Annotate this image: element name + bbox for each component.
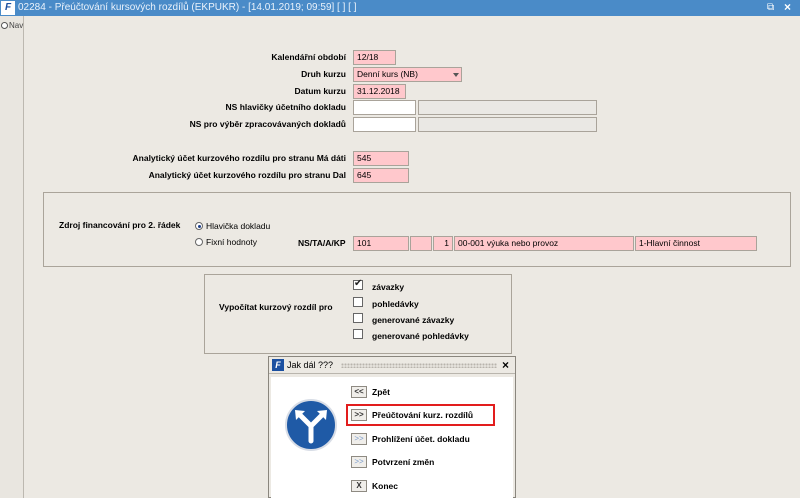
acct-dal-field[interactable]: 645 — [353, 168, 409, 183]
left-panel: Nav — [0, 16, 24, 498]
funding-header-radio[interactable] — [195, 222, 203, 230]
acct-md-field[interactable]: 545 — [353, 151, 409, 166]
ns-header-description — [418, 100, 597, 115]
funding-section: Zdroj financování pro 2. řádek Hlavička … — [43, 192, 791, 267]
dialog-titlebar: F Jak dál ??? × — [269, 357, 515, 374]
dialog-body: << Zpět >> Přeúčtování kurz. rozdílů >> … — [271, 377, 513, 498]
app-logo: F — [1, 1, 15, 15]
turn-left-or-right-sign-icon — [285, 399, 337, 451]
calc-gen-payables-label: generované závazky — [372, 315, 455, 325]
calc-receivables-label: pohledávky — [372, 299, 419, 309]
dialog-close-icon[interactable]: × — [502, 358, 509, 372]
dialog-drag-handle[interactable] — [341, 363, 497, 368]
period-label: Kalendářní období — [271, 52, 346, 62]
funding-fixed-radio[interactable] — [195, 238, 203, 246]
funding-fixed-option: Fixní hodnoty — [206, 237, 258, 247]
funding-header-option: Hlavička dokladu — [206, 221, 271, 231]
view-document-label[interactable]: Prohlížení účet. dokladu — [372, 434, 470, 444]
calc-section: Vypočítat kurzový rozdíl pro závazky poh… — [204, 274, 512, 354]
ns-select-field[interactable] — [353, 117, 416, 132]
calc-gen-payables-checkbox[interactable] — [353, 313, 363, 323]
calc-gen-receivables-checkbox[interactable] — [353, 329, 363, 339]
funding-kp-field[interactable]: 00-001 výuka nebo provoz — [454, 236, 634, 251]
calc-payables-checkbox[interactable] — [353, 278, 363, 290]
rate-type-select[interactable]: Denní kurs (NB) — [353, 67, 462, 82]
nav-tab-label: Nav — [9, 21, 24, 30]
back-label[interactable]: Zpět — [372, 387, 390, 397]
funding-a-field[interactable]: 1 — [433, 236, 453, 251]
ns-header-label: NS hlavičky účetního dokladu — [225, 102, 346, 112]
nav-tab[interactable]: Nav — [0, 21, 24, 33]
rate-type-value: Denní kurs (NB) — [357, 69, 418, 79]
funding-ns-field[interactable]: 101 — [353, 236, 409, 251]
calc-payables-label: závazky — [372, 282, 405, 292]
ns-select-label: NS pro výběr zpracovávaných dokladů — [189, 119, 346, 129]
window-title: 02284 - Přeúčtování kursových rozdílů (E… — [18, 2, 357, 13]
ns-select-description — [418, 117, 597, 132]
highlight-box — [346, 404, 495, 426]
next-step-dialog: F Jak dál ??? × << Zpět >> Přeúčtování k… — [268, 356, 516, 498]
dialog-title: Jak dál ??? — [287, 360, 334, 370]
acct-md-label: Analytický účet kurzového rozdílu pro st… — [132, 153, 346, 163]
view-document-button[interactable]: >> — [351, 433, 367, 445]
back-button[interactable]: << — [351, 386, 367, 398]
funding-label: Zdroj financování pro 2. řádek — [59, 220, 181, 230]
window-titlebar: F 02284 - Přeúčtování kursových rozdílů … — [0, 0, 800, 16]
acct-dal-label: Analytický účet kurzového rozdílu pro st… — [148, 170, 346, 180]
exit-button[interactable]: X — [351, 480, 367, 492]
calc-receivables-checkbox[interactable] — [353, 297, 363, 307]
rate-date-label: Datum kurzu — [294, 86, 346, 96]
ns-header-field[interactable] — [353, 100, 416, 115]
rate-type-label: Druh kurzu — [301, 69, 346, 79]
calc-label: Vypočítat kurzový rozdíl pro — [219, 302, 333, 312]
confirm-changes-label[interactable]: Potvrzení změn — [372, 457, 434, 467]
nav-icon — [1, 22, 8, 30]
calc-gen-receivables-label: generované pohledávky — [372, 331, 469, 341]
restore-window-icon[interactable]: ⧉ — [767, 2, 774, 13]
funding-activity-field[interactable]: 1-Hlavní činnost — [635, 236, 757, 251]
period-field[interactable]: 12/18 — [353, 50, 396, 65]
chevron-down-icon[interactable] — [453, 73, 459, 77]
close-window-icon[interactable]: × — [784, 0, 791, 14]
ns-ta-a-kp-label: NS/TA/A/KP — [298, 238, 346, 248]
exit-label[interactable]: Konec — [372, 481, 398, 491]
rate-date-field[interactable]: 31.12.2018 — [353, 84, 406, 99]
dialog-logo: F — [272, 359, 284, 371]
confirm-changes-button[interactable]: >> — [351, 456, 367, 468]
funding-ta-field[interactable] — [410, 236, 432, 251]
